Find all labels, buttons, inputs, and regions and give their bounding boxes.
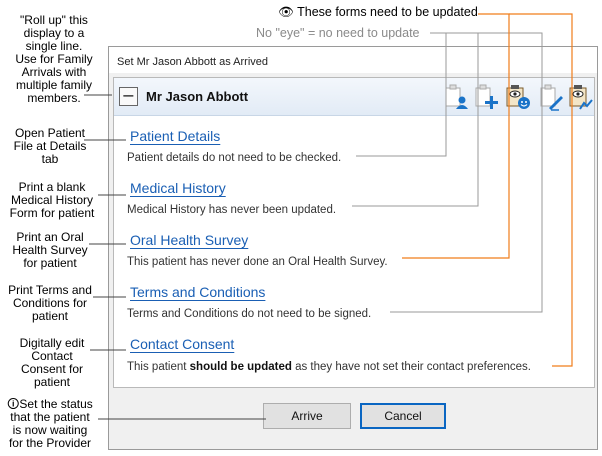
patient-panel-header: − Mr Jason Abbott bbox=[114, 78, 594, 116]
oral-health-survey-link[interactable]: Oral Health Survey bbox=[130, 232, 248, 248]
dialog-title: Set Mr Jason Abbott as Arrived bbox=[109, 47, 597, 73]
annotation-set-status: 🛈Set the status that the patient is now … bbox=[7, 397, 93, 450]
annotation-print-terms: Print Terms and Conditions for patient bbox=[8, 283, 92, 323]
annotation-open-patient: Open Patient File at Details tab bbox=[13, 126, 87, 166]
patient-details-link[interactable]: Patient Details bbox=[130, 128, 220, 144]
oral-health-survey-eye-icon[interactable] bbox=[503, 82, 531, 112]
patient-name: Mr Jason Abbott bbox=[146, 89, 249, 104]
medical-history-link[interactable]: Medical History bbox=[130, 180, 226, 196]
annotation-print-blank: Print a blank Medical History Form for p… bbox=[9, 180, 95, 220]
annotation-roll-up: "Roll up" this display to a single line.… bbox=[15, 13, 93, 105]
oral-health-survey-status: This patient has never done an Oral Heal… bbox=[127, 256, 388, 268]
patient-panel: − Mr Jason Abbott Patient Details Patien… bbox=[113, 77, 595, 388]
annotation-forms-need-update: These forms need to be updated bbox=[297, 5, 478, 19]
annotation-digitally-edit: Digitally edit Contact Consent for patie… bbox=[19, 336, 85, 389]
patient-details-icon[interactable] bbox=[442, 82, 470, 112]
eye-icon: 👁 bbox=[278, 5, 294, 19]
cancel-button[interactable]: Cancel bbox=[360, 403, 446, 429]
medical-history-status: Medical History has never been updated. bbox=[127, 204, 337, 216]
arrive-button[interactable]: Arrive bbox=[263, 403, 351, 429]
annotation-print-oral: Print an Oral Health Survey for patient bbox=[12, 230, 88, 270]
terms-conditions-status: Terms and Conditions do not need to be s… bbox=[127, 308, 372, 320]
eye-annotation: 👁 These forms need to be updated bbox=[278, 6, 478, 19]
terms-sign-icon[interactable] bbox=[537, 82, 565, 112]
medical-history-add-icon[interactable] bbox=[472, 82, 500, 112]
contact-consent-status: This patient should be updated as they h… bbox=[127, 361, 531, 373]
patient-details-status: Patient details do not need to be checke… bbox=[127, 152, 342, 164]
arrival-dialog: Set Mr Jason Abbott as Arrived − Mr Jaso… bbox=[108, 46, 598, 450]
person-icon: 🛈 bbox=[7, 397, 20, 411]
contact-consent-eye-icon[interactable] bbox=[566, 82, 594, 112]
annotation-no-eye: No "eye" = no need to update bbox=[256, 26, 420, 40]
contact-consent-link[interactable]: Contact Consent bbox=[130, 336, 234, 352]
terms-conditions-link[interactable]: Terms and Conditions bbox=[130, 284, 265, 300]
collapse-button[interactable]: − bbox=[119, 87, 138, 106]
